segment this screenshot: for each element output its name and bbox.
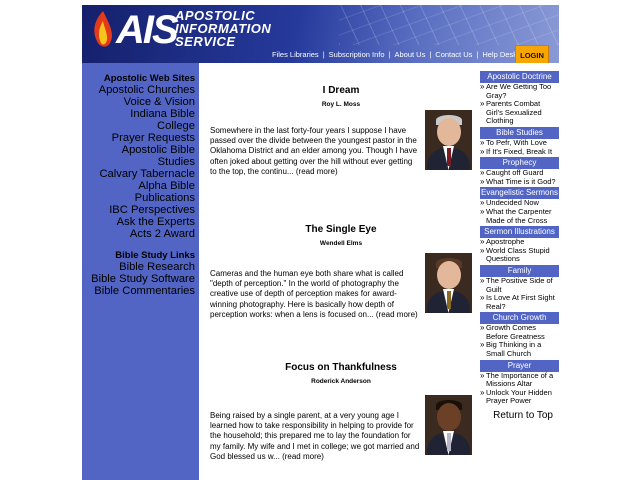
link-ask-the-experts[interactable]: Ask the Experts xyxy=(82,216,199,228)
header-graphic xyxy=(339,5,559,45)
top-navigation: Files Libraries | Subscription Info | Ab… xyxy=(272,45,517,63)
link-voice-vision[interactable]: Voice & Vision xyxy=(82,96,199,108)
flame-logo-icon xyxy=(94,11,113,47)
link-ibc-perspectives[interactable]: IBC Perspectives xyxy=(82,204,199,216)
link-indiana-bible[interactable]: Indiana Bible xyxy=(82,108,199,120)
sidebar-article-link[interactable]: » Parents Combat Girl's Sexualized Clothi… xyxy=(480,99,559,126)
sidebar-article-link[interactable]: » World Class Stupid Questions xyxy=(480,246,559,264)
web-sites-heading: Apostolic Web Sites xyxy=(103,73,195,84)
author-photo xyxy=(425,110,472,170)
sidebar-article-link[interactable]: » Is Love At First Sight Real? xyxy=(480,293,559,311)
site-header: AIS APOSTOLIC INFORMATION SERVICE Files … xyxy=(82,5,559,63)
article-title[interactable]: Focus on Thankfulness xyxy=(210,362,472,373)
read-more-link[interactable]: (read more) xyxy=(296,167,338,176)
link-apostolic-bible-studies[interactable]: Studies xyxy=(82,156,199,168)
logo-line: SERVICE xyxy=(175,34,236,49)
nav-about-us[interactable]: About Us xyxy=(394,50,425,59)
sidebar-article-link[interactable]: » Are We Getting Too Gray? xyxy=(480,82,559,100)
sidebar-article-link[interactable]: » What Time is it God? xyxy=(480,177,559,187)
nav-separator: | xyxy=(322,49,325,59)
nav-files-libraries[interactable]: Files Libraries xyxy=(272,50,319,59)
link-bible-research[interactable]: Bible Research xyxy=(82,261,199,273)
article-excerpt: Cameras and the human eye both share wha… xyxy=(210,269,404,319)
logo-wordmark: APOSTOLIC INFORMATION SERVICE xyxy=(175,9,271,49)
article: Focus on Thankfulness Roderick Anderson … xyxy=(210,362,472,462)
main-content: I Dream Roy L. Moss Somewhere in the las… xyxy=(200,63,479,480)
sidebar-article-link[interactable]: » Big Thinking in a Small Church xyxy=(480,341,559,358)
link-acts-2-award[interactable]: Acts 2 Award xyxy=(82,228,199,240)
bible-study-heading: Bible Study Links xyxy=(115,250,195,261)
login-button[interactable]: LOGIN xyxy=(515,45,549,63)
read-more-link[interactable]: (read more) xyxy=(376,310,418,319)
nav-subscription-info[interactable]: Subscription Info xyxy=(329,50,385,59)
article-author: Roderick Anderson xyxy=(311,378,371,385)
sidebar-article-link[interactable]: » Growth Comes Before Greatness xyxy=(480,323,559,341)
link-apostolic-churches[interactable]: Apostolic Churches xyxy=(82,84,199,96)
article-body: Being raised by a single parent, at a ve… xyxy=(210,395,472,462)
read-more-link[interactable]: (read more) xyxy=(282,452,324,461)
author-photo xyxy=(425,253,472,313)
link-bible-study-software[interactable]: Bible Study Software xyxy=(82,273,199,285)
link-apostolic-bible[interactable]: Apostolic Bible xyxy=(82,144,199,156)
nav-help-desk[interactable]: Help Desk xyxy=(482,50,517,59)
article: I Dream Roy L. Moss Somewhere in the las… xyxy=(210,85,472,177)
article: The Single Eye Wendell Elms Cameras and … xyxy=(210,224,472,320)
sidebar-article-link[interactable]: » The Importance of a Missions Altar xyxy=(480,371,559,389)
article-body: Somewhere in the last forty-four years I… xyxy=(210,110,472,177)
article-title[interactable]: The Single Eye xyxy=(210,224,472,235)
nav-separator: | xyxy=(476,49,479,59)
article-title[interactable]: I Dream xyxy=(210,85,472,96)
sidebar-article-link[interactable]: » The Positive Side of Guilt xyxy=(480,276,559,294)
link-alpha-bible-publications[interactable]: Publications xyxy=(82,192,199,204)
sidebar-article-link[interactable]: » If It's Fixed, Break It xyxy=(480,147,559,157)
article-body: Cameras and the human eye both share wha… xyxy=(210,253,472,320)
nav-contact-us[interactable]: Contact Us xyxy=(435,50,472,59)
article-author: Wendell Elms xyxy=(319,240,363,247)
article-author: Roy L. Moss xyxy=(321,101,361,108)
link-indiana-bible-college[interactable]: College xyxy=(82,120,199,132)
link-bible-commentaries[interactable]: Bible Commentaries xyxy=(82,285,199,297)
sidebar-article-link[interactable]: » Unlock Your Hidden Prayer Power xyxy=(480,388,559,406)
link-alpha-bible[interactable]: Alpha Bible xyxy=(82,180,199,192)
author-photo xyxy=(425,395,472,455)
left-sidebar: Apostolic Web Sites Apostolic Churches V… xyxy=(82,63,199,480)
sidebar-article-link[interactable]: » What the Carpenter Made of the Cross xyxy=(480,207,559,225)
right-sidebar: Apostolic Doctrine » Are We Getting Too G… xyxy=(480,70,559,421)
link-calvary-tabernacle[interactable]: Calvary Tabernacle xyxy=(82,168,199,180)
nav-separator: | xyxy=(429,49,432,59)
category-header: Prayer xyxy=(480,359,559,372)
nav-separator: | xyxy=(388,49,391,59)
logo-abbrev[interactable]: AIS xyxy=(116,8,179,52)
link-prayer-requests[interactable]: Prayer Requests xyxy=(82,132,199,144)
return-to-top-link[interactable]: Return to Top xyxy=(480,410,559,421)
